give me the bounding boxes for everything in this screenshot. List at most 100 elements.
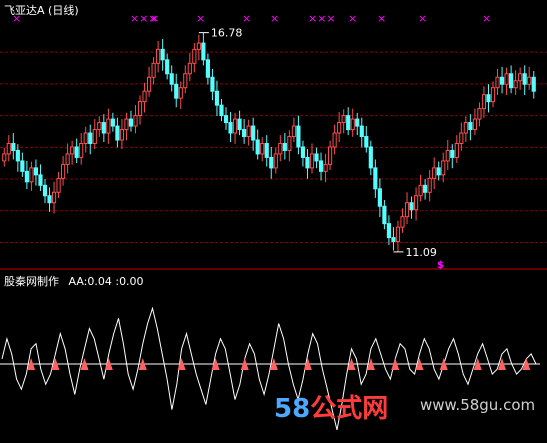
candle-body	[115, 125, 120, 141]
candle-body	[110, 118, 115, 127]
candle-body	[251, 125, 256, 141]
candle-body	[432, 167, 437, 179]
period-label: (日线)	[48, 4, 79, 17]
candle-body	[70, 146, 75, 155]
candle-body	[413, 195, 419, 211]
cross-marker: ×	[270, 12, 279, 25]
candle-body	[146, 76, 152, 92]
candle-body	[296, 125, 301, 148]
candle-body	[97, 122, 102, 131]
candle-body	[6, 142, 11, 155]
candle-body	[377, 188, 382, 207]
candle-body	[423, 184, 428, 193]
candle-body	[459, 132, 464, 144]
cross-marker: ×	[242, 12, 251, 25]
candle-body	[137, 101, 143, 117]
candle-body	[205, 59, 210, 78]
candle-body	[278, 142, 283, 155]
candle-body	[15, 149, 20, 162]
stock-title: 飞亚达A	[4, 4, 45, 17]
candle-body	[246, 125, 251, 138]
candle-body	[450, 149, 455, 158]
candle-body	[24, 170, 29, 183]
candle-body	[386, 223, 392, 239]
candle-body	[183, 73, 188, 89]
indicator-readout: AA:0.04 :0.00	[68, 275, 144, 288]
upper-panel-header: 飞亚达A (日线)	[4, 2, 79, 18]
candle-body	[260, 142, 265, 155]
candle-body	[119, 129, 125, 141]
candle-body	[504, 73, 509, 85]
candle-body	[165, 59, 170, 75]
candle-body	[341, 115, 346, 124]
candle-body	[404, 202, 410, 218]
candle-body	[305, 156, 310, 169]
candle-body	[65, 153, 70, 165]
candle-body	[323, 163, 328, 172]
candle-body	[156, 48, 161, 64]
candle-body	[364, 136, 369, 148]
candle-body	[178, 87, 183, 99]
candle-body	[201, 42, 206, 61]
candle-body	[495, 76, 500, 89]
candle-body	[472, 118, 477, 131]
candle-body	[499, 76, 505, 85]
lower-panel-header: 股秦网制作 AA:0.04 :0.00	[4, 273, 144, 289]
candle-body	[74, 146, 79, 158]
candle-body	[318, 160, 324, 172]
candle-body	[418, 184, 423, 197]
candle-body	[359, 125, 364, 138]
candle-body	[232, 118, 238, 134]
candle-body	[11, 142, 16, 151]
candle-body	[219, 104, 224, 117]
candle-body	[490, 87, 496, 103]
candle-body	[47, 195, 52, 204]
candle-body	[282, 142, 287, 151]
candle-body	[187, 62, 192, 75]
candle-body	[264, 142, 269, 158]
candle-body	[20, 160, 25, 172]
candle-body	[373, 167, 378, 190]
candle-body	[337, 122, 342, 134]
watermark-prefix: 58	[274, 394, 311, 424]
candle-body	[169, 73, 174, 85]
candle-body	[51, 191, 57, 204]
watermark-middle: 公式网	[310, 394, 389, 424]
cross-marker: ×××	[308, 12, 336, 25]
candle-body	[79, 142, 84, 158]
candle-body	[391, 237, 396, 242]
candle-body	[124, 118, 129, 131]
candle-body	[106, 118, 111, 134]
candle-body	[210, 76, 215, 92]
candle-body	[101, 122, 106, 134]
candle-body	[287, 136, 292, 151]
low-price-label: 11.09	[405, 246, 437, 259]
candle-body	[368, 146, 373, 169]
candle-body	[531, 76, 536, 92]
signal-mark: $	[437, 260, 444, 271]
cross-marker: ×	[418, 12, 427, 25]
candle-body	[309, 153, 315, 169]
candle-body	[269, 156, 274, 169]
candle-body	[382, 205, 387, 225]
candle-body	[486, 94, 491, 103]
candle-body	[291, 125, 296, 138]
candle-body	[2, 153, 7, 162]
candle-body	[509, 73, 514, 89]
candle-body	[174, 83, 179, 99]
candle-body	[350, 118, 355, 131]
candle-body	[355, 118, 360, 127]
high-price-label: 16.78	[211, 27, 243, 40]
candle-body	[88, 132, 93, 144]
candle-body	[33, 167, 39, 176]
candle-body	[522, 73, 527, 85]
candle-body	[237, 118, 242, 131]
candle-body	[400, 216, 405, 228]
candle-body	[513, 80, 518, 89]
candle-body	[83, 132, 88, 144]
cross-marker: ×	[348, 12, 357, 25]
candle-body	[395, 226, 401, 242]
cross-marker: ×	[377, 12, 386, 25]
candle-body	[346, 115, 351, 131]
candle-body	[441, 160, 446, 176]
